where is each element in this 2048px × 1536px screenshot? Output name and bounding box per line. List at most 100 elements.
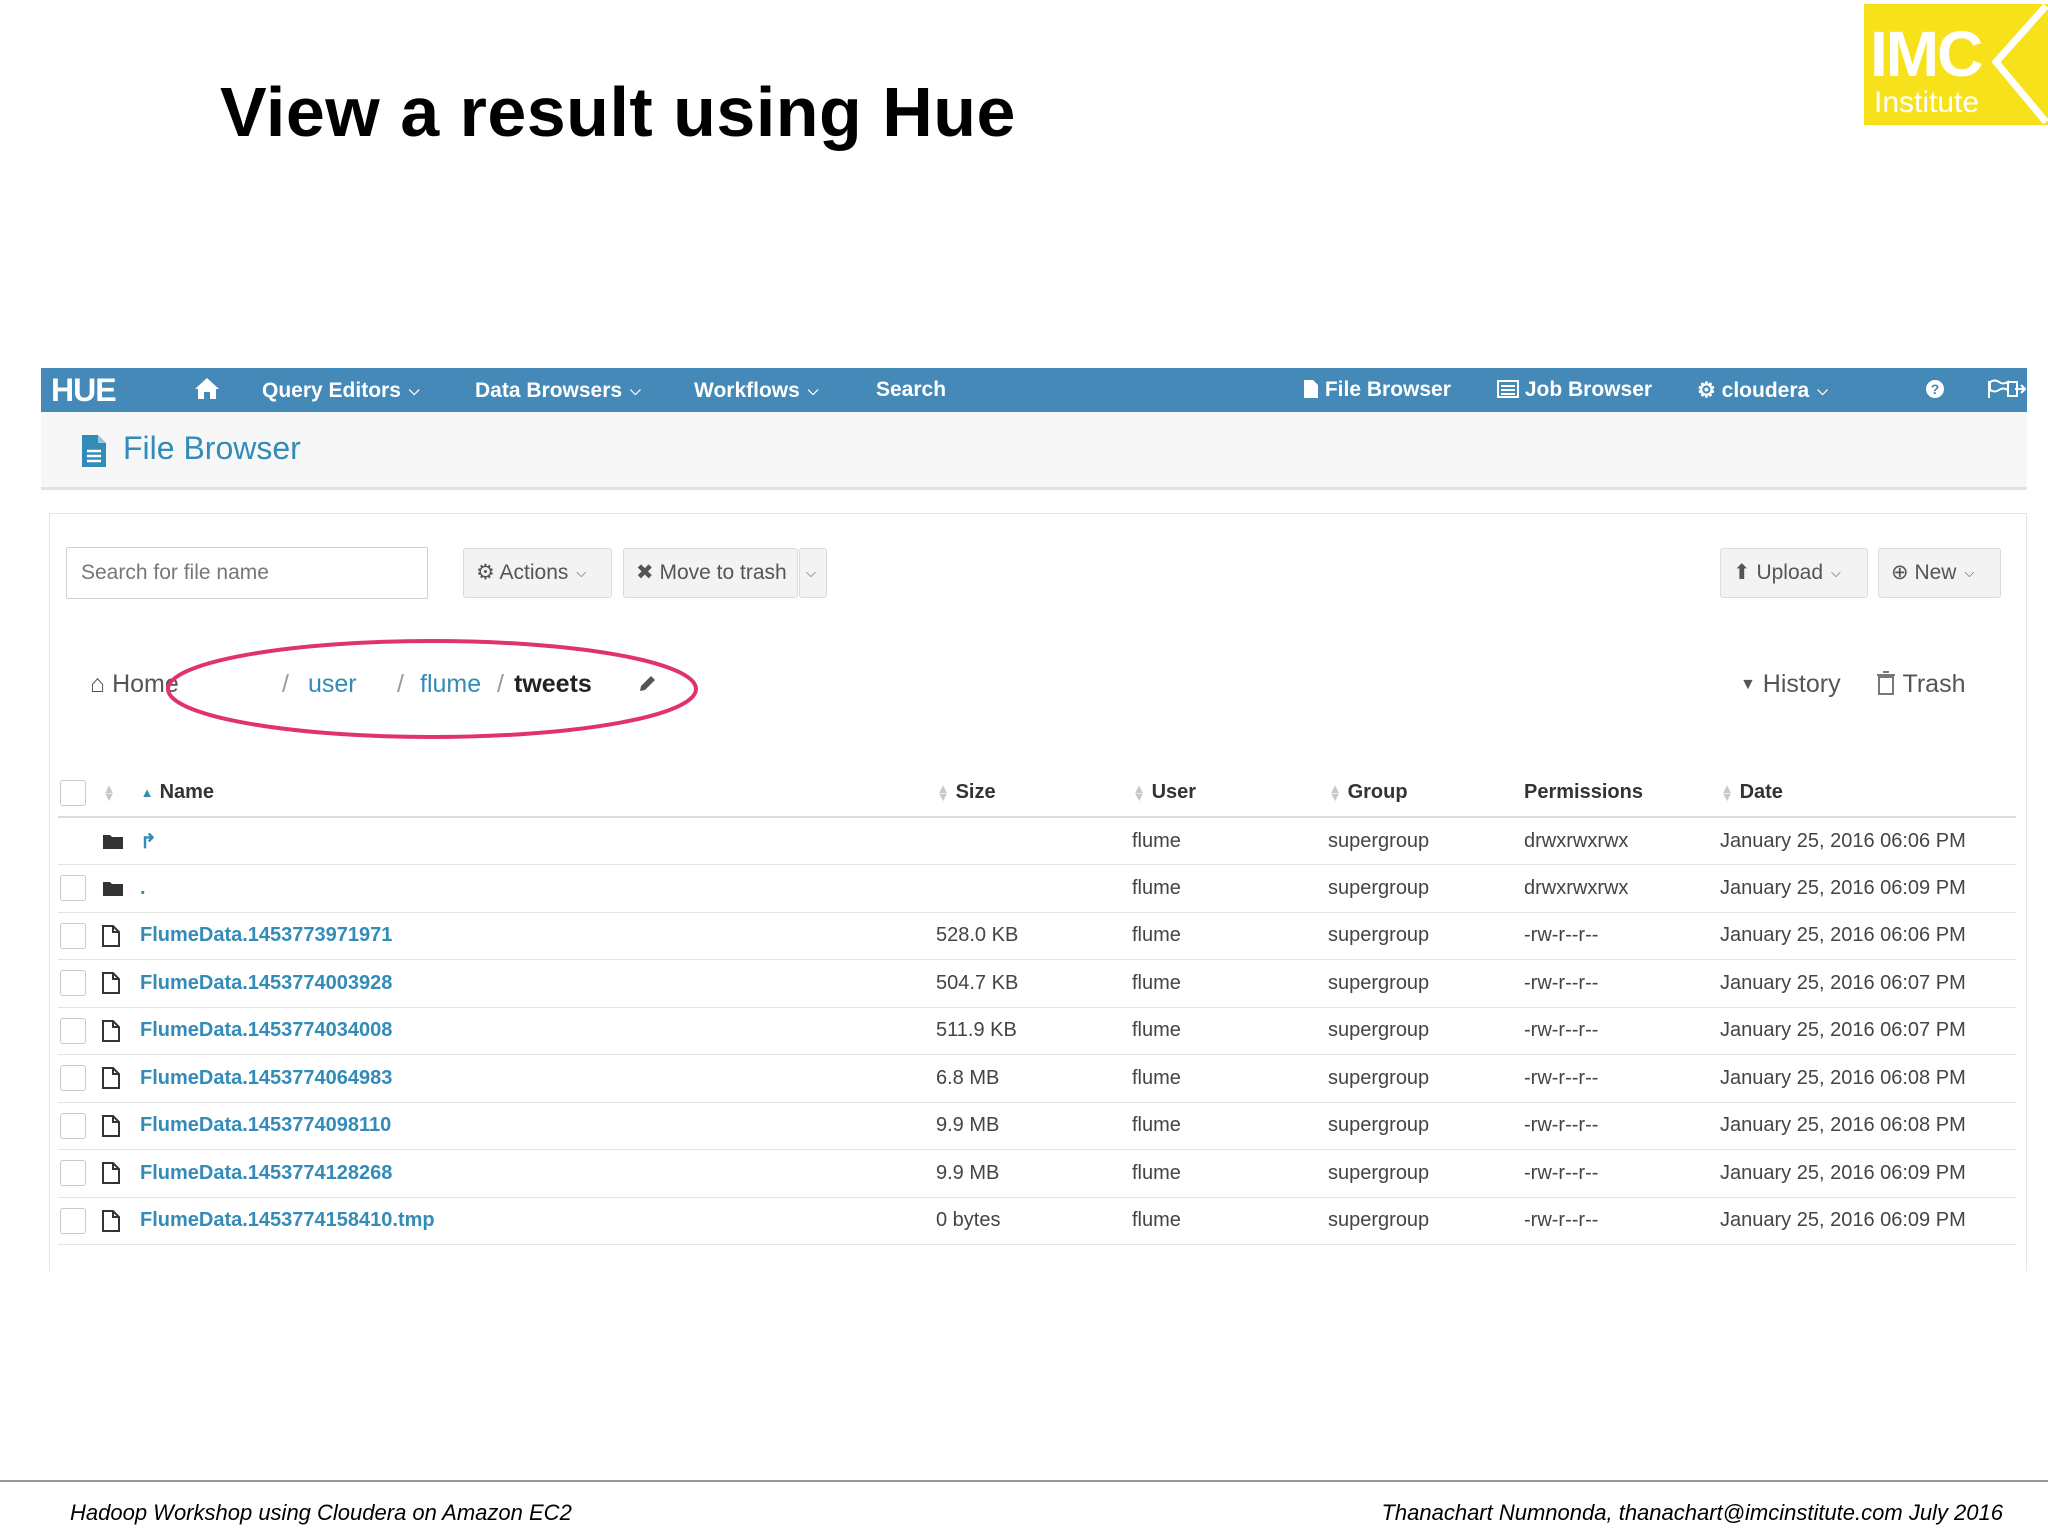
hue-app-window: HUE Query Editors ⌵ Data Browsers ⌵ Workfl… [41, 368, 2027, 1271]
file-date: January 25, 2016 06:08 PM [1720, 1102, 2016, 1150]
column-name[interactable]: ▲ Name [140, 769, 936, 818]
table-row-parent[interactable]: ↱ flume supergroup drwxrwxrwx January 25… [58, 817, 2016, 865]
actions-button[interactable]: ⚙ Actions ⌵ [463, 548, 612, 598]
row-checkbox[interactable] [60, 1207, 86, 1234]
file-icon [102, 912, 140, 960]
search-input[interactable]: Search for file name [66, 547, 428, 599]
sort-icon: ▲ ▼ [1328, 780, 1342, 804]
file-name-cell[interactable]: ↱ [140, 817, 936, 865]
row-checkbox-cell [58, 1149, 102, 1198]
row-checkbox[interactable] [60, 1017, 86, 1044]
row-checkbox[interactable] [60, 1112, 86, 1139]
file-permissions: drwxrwxrwx [1524, 817, 1720, 865]
table-row[interactable]: FlumeData.1453774064983 6.8 MB flume sup… [58, 1054, 2016, 1103]
file-name-link[interactable]: FlumeData.1453774003928 [140, 972, 392, 994]
file-name-cell[interactable]: FlumeData.1453774003928 [140, 959, 936, 1008]
row-checkbox[interactable] [60, 1065, 86, 1092]
nav-workflows[interactable]: Workflows ⌵ [694, 368, 818, 412]
hue-logo[interactable]: HUE [51, 368, 117, 412]
move-to-trash-button[interactable]: ✖ Move to trash [623, 548, 798, 598]
column-user[interactable]: ▲ ▼ User [1132, 769, 1328, 818]
file-name-cell[interactable]: FlumeData.1453774158410.tmp [140, 1197, 936, 1245]
file-permissions: -rw-r--r-- [1524, 1054, 1720, 1103]
slide-title: View a result using Hue [220, 73, 1016, 151]
file-icon [102, 1054, 140, 1103]
home-icon[interactable] [193, 368, 221, 412]
file-name-cell[interactable]: FlumeData.1453773971971 [140, 912, 936, 960]
table-row[interactable]: FlumeData.1453774034008 511.9 KB flume s… [58, 1007, 2016, 1055]
table-row[interactable]: FlumeData.1453773971971 528.0 KB flume s… [58, 912, 2016, 960]
parent-directory-icon[interactable]: ↱ [140, 831, 157, 853]
type-sort-header[interactable]: ▲ ▼ [102, 769, 140, 818]
table-row[interactable]: FlumeData.1453774128268 9.9 MB flume sup… [58, 1149, 2016, 1198]
file-name-link[interactable]: FlumeData.1453773971971 [140, 924, 392, 946]
chevron-down-icon: ⌵ [1817, 382, 1828, 398]
file-size [936, 817, 1132, 865]
file-user: flume [1132, 817, 1328, 865]
row-checkbox[interactable] [60, 922, 86, 949]
history-link[interactable]: ▼ History [1740, 664, 1841, 704]
file-name-cell[interactable]: FlumeData.1453774128268 [140, 1149, 936, 1198]
highlight-ellipse [166, 639, 698, 739]
flag-icon[interactable] [1987, 368, 2009, 412]
row-checkbox-cell [58, 959, 102, 1008]
column-date[interactable]: ▲ ▼ Date [1720, 769, 2016, 818]
sort-icon: ▲ ▼ [1132, 780, 1146, 804]
file-name-link[interactable]: FlumeData.1453774158410.tmp [140, 1209, 435, 1231]
file-permissions: -rw-r--r-- [1524, 1197, 1720, 1245]
column-permissions[interactable]: Permissions [1524, 769, 1720, 818]
file-name-cell[interactable]: . [140, 864, 936, 913]
file-name-cell[interactable]: FlumeData.1453774098110 [140, 1102, 936, 1150]
chevron-down-icon: ⌵ [408, 382, 420, 398]
file-name-link[interactable]: FlumeData.1453774034008 [140, 1019, 392, 1041]
chevron-down-icon: ⌵ [807, 382, 819, 398]
nav-search[interactable]: Search [876, 368, 946, 412]
logout-icon[interactable] [2007, 368, 2027, 412]
move-to-trash-dropdown[interactable]: ⌵ [799, 548, 827, 598]
file-browser-panel: Search for file name ⚙ Actions ⌵ ✖ Move t… [49, 513, 2027, 1271]
file-date: January 25, 2016 06:09 PM [1720, 1197, 2016, 1245]
file-icon [1304, 380, 1318, 398]
file-name-link[interactable]: . [140, 877, 146, 899]
file-group: supergroup [1328, 864, 1524, 913]
file-size: 9.9 MB [936, 1102, 1132, 1150]
file-name-cell[interactable]: FlumeData.1453774064983 [140, 1054, 936, 1103]
row-checkbox-cell [58, 817, 102, 865]
nav-user-menu[interactable]: ⚙ cloudera ⌵ [1697, 368, 1828, 412]
table-row[interactable]: FlumeData.1453774158410.tmp 0 bytes flum… [58, 1197, 2016, 1245]
file-user: flume [1132, 864, 1328, 913]
table-row[interactable]: FlumeData.1453774098110 9.9 MB flume sup… [58, 1102, 2016, 1150]
file-user: flume [1132, 1054, 1328, 1103]
table-row[interactable]: . flume supergroup drwxrwxrwx January 25… [58, 864, 2016, 913]
row-checkbox[interactable] [60, 875, 86, 902]
file-name-link[interactable]: FlumeData.1453774098110 [140, 1114, 391, 1136]
file-user: flume [1132, 1197, 1328, 1245]
table-row[interactable]: FlumeData.1453774003928 504.7 KB flume s… [58, 959, 2016, 1008]
file-permissions: -rw-r--r-- [1524, 959, 1720, 1008]
nav-query-editors[interactable]: Query Editors ⌵ [262, 368, 420, 412]
row-checkbox[interactable] [60, 1160, 86, 1187]
trash-link[interactable]: Trash [1876, 664, 1965, 704]
file-date: January 25, 2016 06:07 PM [1720, 1007, 2016, 1055]
file-name-link[interactable]: FlumeData.1453774128268 [140, 1162, 392, 1184]
nav-job-browser[interactable]: Job Browser [1497, 368, 1652, 412]
sort-icon: ▲ ▼ [1720, 780, 1734, 804]
chevron-down-icon: ⌵ [1964, 565, 1975, 580]
file-icon [102, 959, 140, 1008]
column-group[interactable]: ▲ ▼ Group [1328, 769, 1524, 818]
file-size: 9.9 MB [936, 1149, 1132, 1198]
logo-chevron-icon [1991, 4, 2048, 125]
file-name-cell[interactable]: FlumeData.1453774034008 [140, 1007, 936, 1055]
file-date: January 25, 2016 06:09 PM [1720, 1149, 2016, 1198]
file-date: January 25, 2016 06:08 PM [1720, 1054, 2016, 1103]
help-icon[interactable]: ? [1925, 368, 1945, 412]
upload-button[interactable]: ⬆ Upload ⌵ [1720, 548, 1868, 598]
select-all-checkbox[interactable] [60, 779, 86, 806]
nav-file-browser[interactable]: File Browser [1303, 368, 1451, 412]
row-checkbox[interactable] [60, 970, 86, 997]
file-name-link[interactable]: FlumeData.1453774064983 [140, 1067, 392, 1089]
nav-data-browsers[interactable]: Data Browsers ⌵ [475, 368, 641, 412]
column-size[interactable]: ▲ ▼ Size [936, 769, 1132, 818]
new-button[interactable]: ⊕ New ⌵ [1878, 548, 2001, 598]
table-header-row: ▲ ▼ ▲ Name ▲ ▼ Size ▲ ▼ User ▲ ▼ Group P… [58, 769, 2016, 818]
